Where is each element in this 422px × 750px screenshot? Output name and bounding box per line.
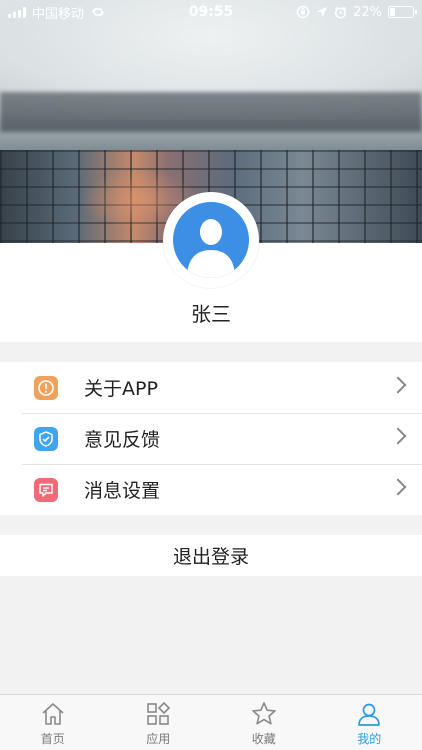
- menu-item-label: 消息设置: [84, 480, 161, 502]
- settings-menu: 关于APP 意见反馈 消息设置: [0, 362, 422, 515]
- avatar[interactable]: [163, 192, 259, 288]
- battery-percent: 22%: [353, 4, 382, 20]
- shield-check-icon: [34, 426, 58, 451]
- status-bar: 中国移动 09:55 22%: [0, 0, 422, 24]
- menu-item-label: 意见反馈: [84, 429, 161, 451]
- tab-label: 首页: [40, 732, 65, 746]
- chevron-right-icon: [389, 376, 407, 394]
- tab-apps[interactable]: 应用: [106, 695, 212, 750]
- tab-label: 收藏: [251, 732, 276, 746]
- tab-label: 我的: [357, 732, 382, 746]
- apps-icon: [147, 701, 171, 725]
- alarm-icon: [335, 6, 347, 19]
- tab-favorites[interactable]: 收藏: [211, 695, 317, 750]
- user-icon: [358, 703, 381, 726]
- username: 张三: [191, 302, 231, 326]
- carrier-name: 中国移动: [32, 6, 85, 22]
- info-icon: [34, 375, 58, 400]
- default-user-icon: [173, 202, 249, 278]
- chevron-right-icon: [389, 427, 407, 445]
- battery-icon: [388, 6, 417, 18]
- tab-bar: 首页 应用 收藏 我的: [0, 694, 422, 750]
- tab-mine[interactable]: 我的: [317, 695, 422, 750]
- location-icon: [317, 7, 328, 17]
- menu-item-feedback[interactable]: 意见反馈: [0, 413, 422, 464]
- wifi-link-icon: [92, 8, 104, 16]
- menu-item-message-settings[interactable]: 消息设置: [0, 464, 422, 515]
- tab-home[interactable]: 首页: [0, 695, 106, 750]
- star-icon: [251, 702, 276, 725]
- chevron-right-icon: [389, 478, 407, 496]
- menu-item-label: 关于APP: [84, 378, 158, 400]
- signal-icon: [8, 6, 26, 18]
- tab-label: 应用: [146, 732, 171, 746]
- message-icon: [34, 477, 58, 502]
- menu-item-about[interactable]: 关于APP: [0, 362, 422, 413]
- rotation-lock-icon: [296, 5, 310, 19]
- home-icon: [42, 703, 64, 725]
- logout-button[interactable]: 退出登录: [0, 535, 422, 576]
